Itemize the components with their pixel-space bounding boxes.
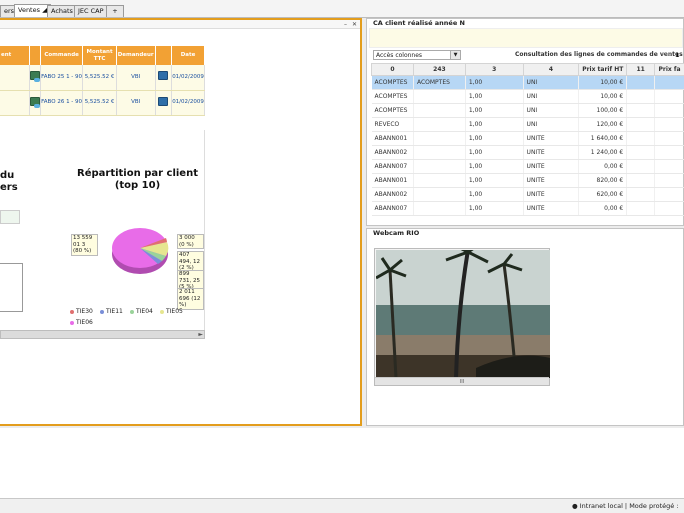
montant-cell: 5,525.52 €	[82, 65, 117, 91]
col-header-icon	[29, 46, 41, 65]
close-icon[interactable]: ✕	[351, 21, 358, 28]
add-tab-button[interactable]: +	[106, 5, 124, 17]
col-header[interactable]: Montant TTC	[82, 46, 117, 65]
left-panel: – ✕ ent Commande Montant TTC Demandeur D…	[0, 18, 362, 426]
col-header-icon	[155, 46, 173, 65]
left-panel-header: – ✕	[0, 20, 360, 29]
col-header[interactable]: 11	[626, 63, 656, 76]
date-cell: 01/02/2009	[171, 65, 205, 91]
table-row[interactable]: ACOMPTES ACOMPTES 1,00 UNI 10,00 €	[371, 75, 684, 90]
col-header[interactable]: Prix fa	[654, 63, 684, 76]
table-row[interactable]: ABANN002 1,00 UNITE 620,00 €	[371, 187, 684, 202]
document-icon[interactable]	[29, 71, 40, 83]
horizontal-scrollbar[interactable]: ►	[0, 330, 205, 339]
table-row[interactable]: ABANN001 1,00 UNITE 820,00 €	[371, 173, 684, 188]
col-header[interactable]: ent	[0, 46, 30, 65]
order-lines-table: 0 243 3 4 Prix tarif HT 11 Prix fa ACOMP…	[371, 63, 684, 216]
filter-area	[369, 28, 683, 48]
webcam-scrollbar[interactable]: III	[375, 377, 549, 385]
table-row[interactable]: REVECO 1,00 UNI 120,00 €	[371, 117, 684, 132]
demandeur-cell: VBI	[116, 90, 156, 116]
partial-chart-legend	[0, 263, 23, 312]
tab-ventes-label: Ventes	[18, 6, 40, 14]
scroll-right-icon[interactable]: ►	[198, 331, 203, 338]
table-row[interactable]: ABANN007 1,00 UNITE 0,00 €	[371, 201, 684, 216]
webcam-panel: Webcam RIO III	[366, 228, 684, 426]
demandeur-cell: VBI	[116, 65, 156, 91]
col-header[interactable]: 243	[412, 63, 466, 76]
commande-cell[interactable]: FABO 26 1 - 90	[40, 90, 84, 116]
tab-jec-cap[interactable]: JEC CAP	[74, 5, 108, 17]
legend-item: TIE30	[70, 308, 93, 315]
legend-item: TIE11	[100, 308, 123, 315]
ca-client-panel: CA client réalisé année N Accès colonnes…	[366, 18, 684, 226]
minimize-icon[interactable]: –	[342, 21, 349, 28]
col-header[interactable]: Commande	[40, 46, 84, 65]
page-number[interactable]: 1	[675, 51, 680, 59]
table-row[interactable]: FABO 26 1 - 90 5,525.52 € VBI 01/02/2009	[0, 90, 205, 116]
table-row[interactable]: ACOMPTES 1,00 UNI 10,00 €	[371, 89, 684, 104]
prev-page-button[interactable]: <<	[661, 51, 671, 58]
col-header[interactable]: 3	[464, 63, 524, 76]
legend-item: TIE06	[70, 319, 93, 326]
print-icon[interactable]	[158, 96, 169, 106]
col-header[interactable]: Date	[171, 46, 205, 65]
table-row[interactable]: ACOMPTES 1,00 UNI 100,00 €	[371, 103, 684, 118]
legend-item: TIE05	[160, 308, 183, 315]
panel-title: CA client réalisé année N	[373, 19, 465, 27]
montant-cell: 5,525.52 €	[82, 90, 117, 116]
consultation-label: Consultation des lignes de commandes de …	[515, 51, 683, 58]
col-header[interactable]: 0	[371, 63, 414, 76]
zone-status: ● Intranet local | Mode protégé : dé	[572, 502, 679, 510]
col-header[interactable]: Prix tarif HT	[578, 63, 628, 76]
chevron-down-icon[interactable]: ▼	[450, 51, 460, 59]
table-row[interactable]: ABANN001 1,00 UNITE 1 640,00 €	[371, 131, 684, 146]
legend-item: TIE04	[130, 308, 153, 315]
date-cell: 01/02/2009	[171, 90, 205, 116]
scroll-thumb[interactable]: III	[460, 379, 464, 385]
table-row[interactable]: ABANN007 1,00 UNITE 0,00 €	[371, 159, 684, 174]
intranet-icon: ●	[572, 502, 578, 510]
panel-title: Webcam RIO	[373, 229, 420, 237]
tab-ventes[interactable]: Ventes ◢	[14, 4, 52, 17]
col-header[interactable]: 4	[522, 63, 580, 76]
pie-label: 2 011 696 (12 %)	[177, 288, 204, 310]
commande-cell[interactable]: FABO 25 1 - 90	[40, 65, 84, 91]
table-row[interactable]: FABO 25 1 - 90 5,525.52 € VBI 01/02/2009	[0, 65, 205, 91]
document-icon[interactable]	[29, 96, 40, 108]
pie-label: 3 000 (0 %)	[177, 234, 204, 249]
tab-achats[interactable]: Achats	[47, 5, 77, 17]
partial-chart-title: du ers	[0, 170, 18, 193]
table-row[interactable]: ABANN002 1,00 UNITE 1 240,00 €	[371, 145, 684, 160]
print-icon[interactable]	[158, 71, 169, 81]
pie-label: 13 559 01 3 (80 %)	[71, 234, 98, 256]
webcam-image	[376, 250, 550, 378]
partial-chart-fragment	[0, 210, 20, 224]
status-bar: ● Intranet local | Mode protégé : dé	[0, 498, 684, 513]
pie-chart-title: Répartition par client (top 10)	[77, 168, 198, 191]
col-header[interactable]: Demandeur	[116, 46, 156, 65]
tab-strip: ers Ventes ◢ Achats JEC CAP +	[0, 0, 684, 18]
charts-area: du ers Répartition par client (top 10) 1…	[0, 130, 205, 330]
access-columns-select[interactable]: Accès colonnes ▼	[373, 50, 461, 60]
webcam-frame: III	[374, 248, 550, 386]
orders-table: ent Commande Montant TTC Demandeur Date …	[0, 46, 205, 116]
